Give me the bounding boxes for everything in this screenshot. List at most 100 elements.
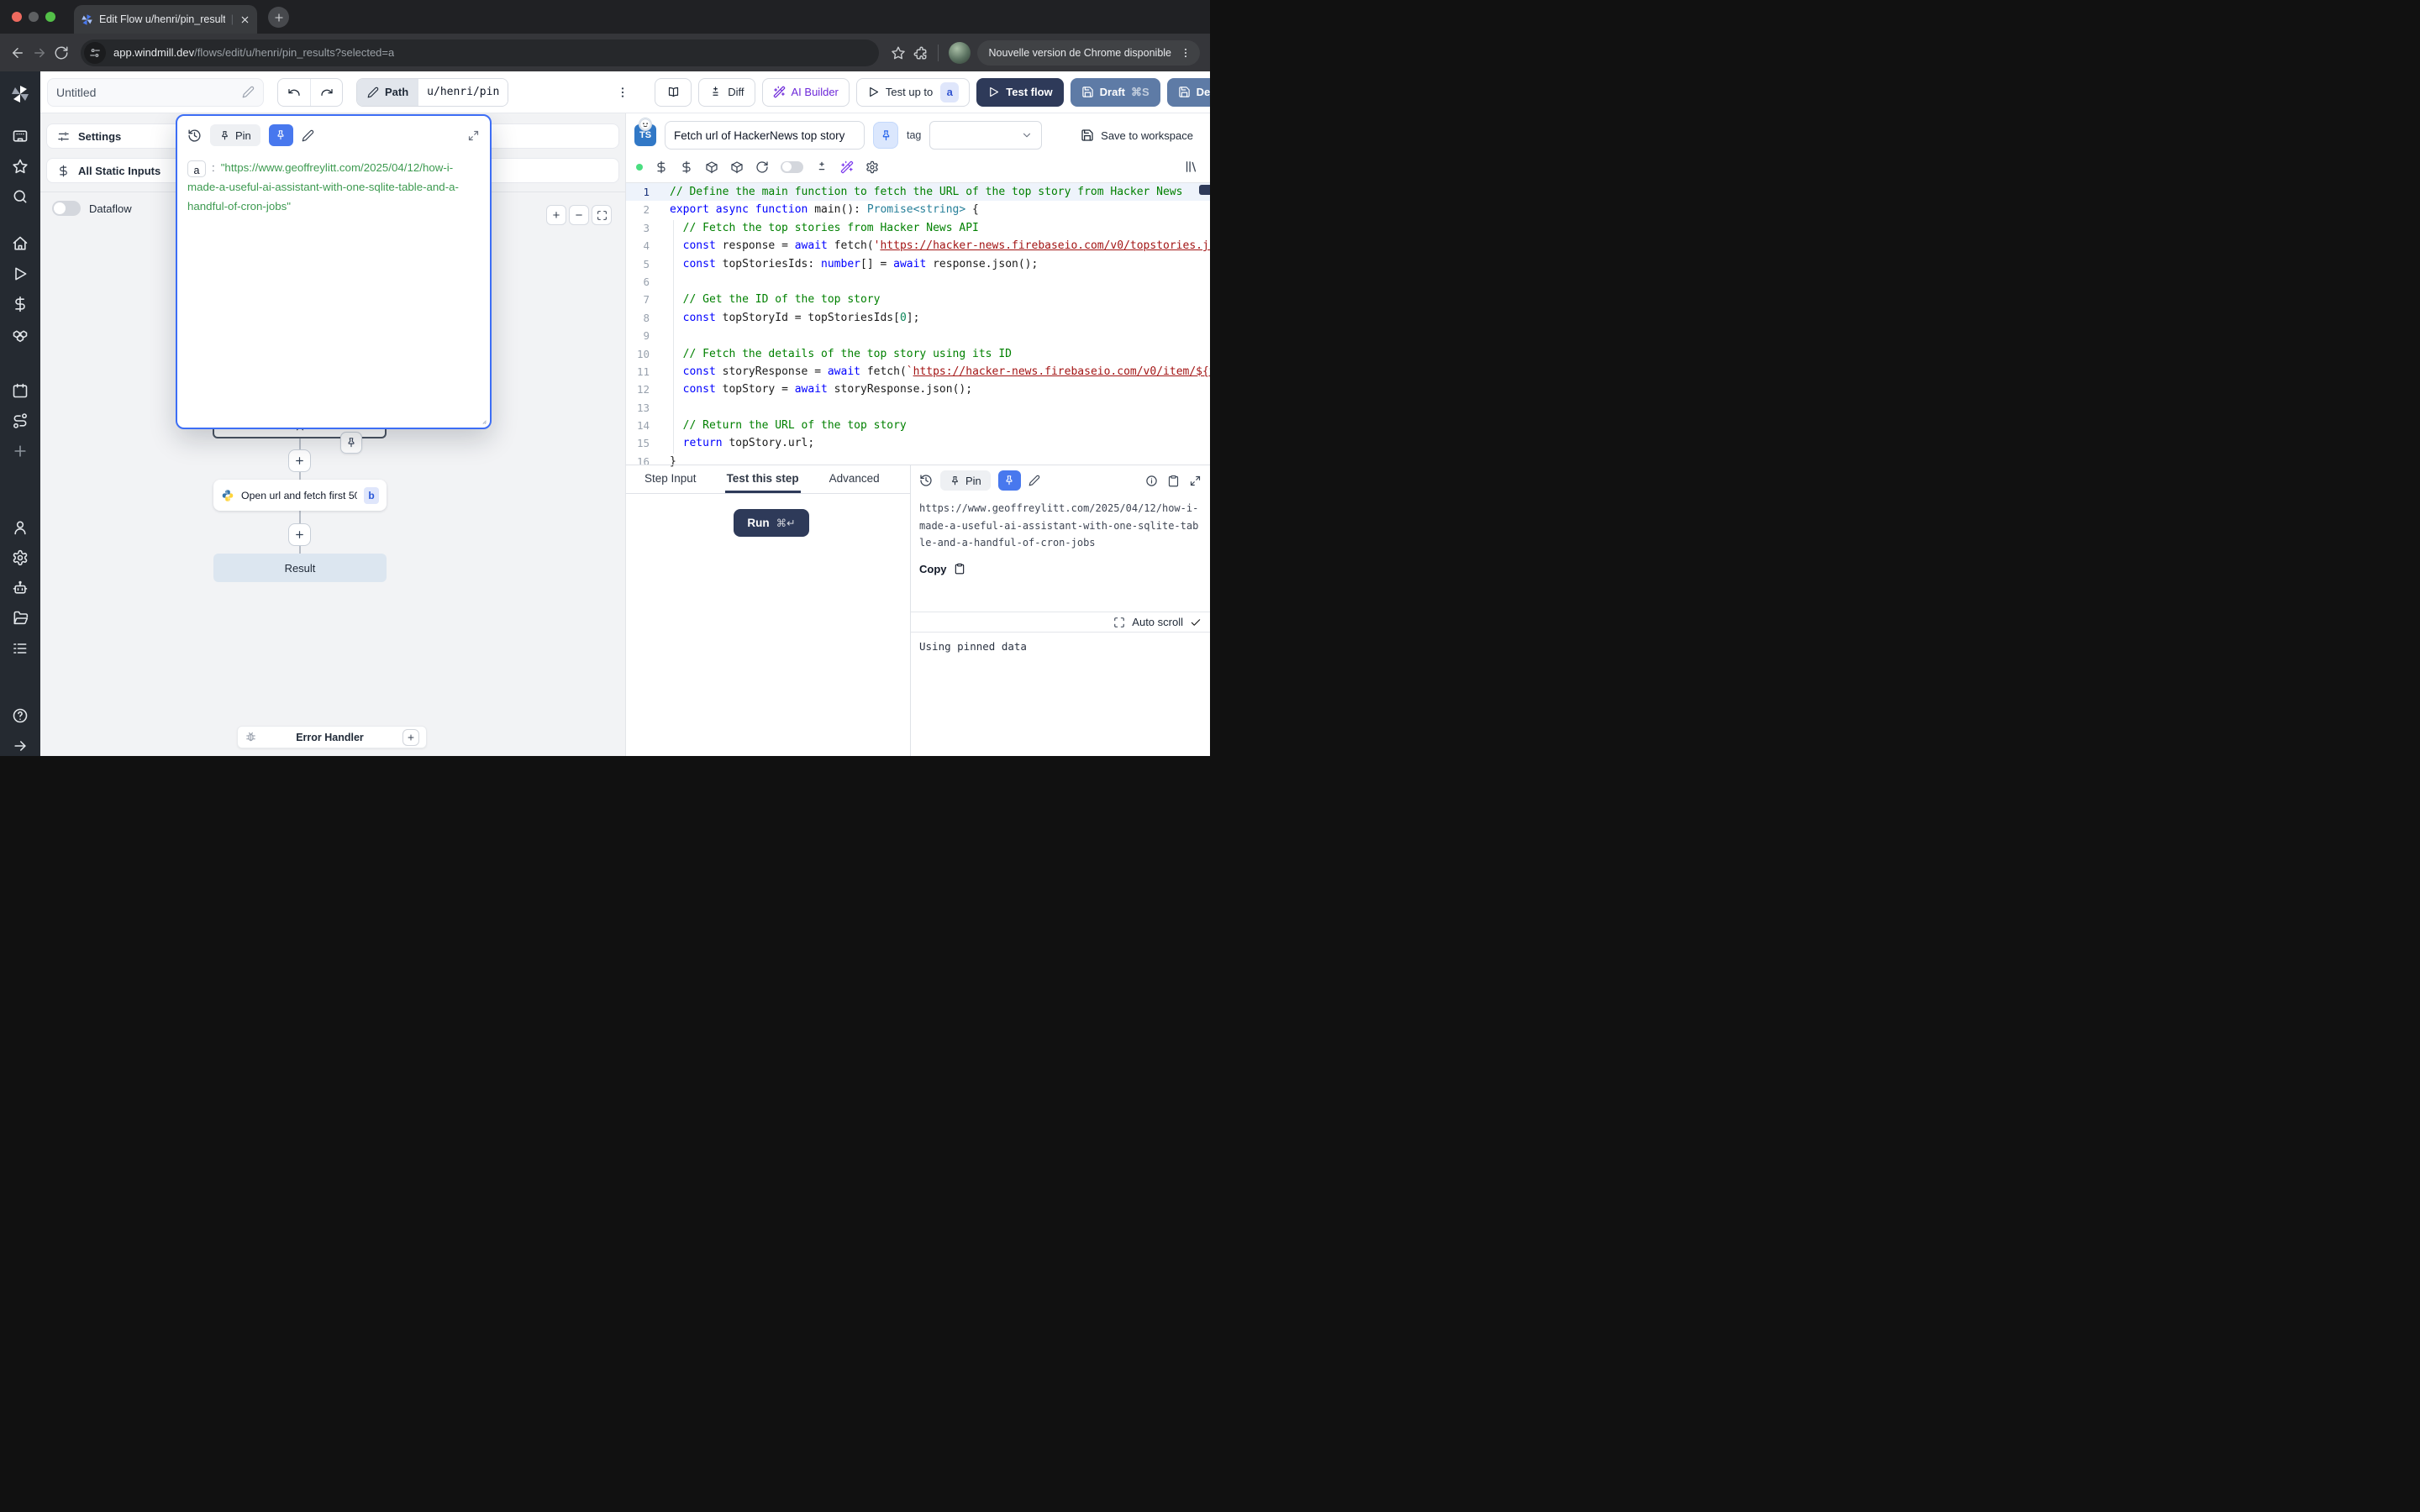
test-up-to-button[interactable]: Test up toa	[856, 78, 970, 107]
pin-active-button[interactable]	[269, 124, 293, 146]
scrollbar-decoration[interactable]	[1199, 185, 1210, 195]
folder-open-icon[interactable]	[12, 610, 29, 627]
error-handler-node[interactable]: Error Handler	[237, 726, 427, 748]
edit-pencil-icon[interactable]	[1028, 475, 1040, 486]
tab-step-input[interactable]: Step Input	[643, 465, 698, 493]
save-icon	[1081, 129, 1094, 142]
insert-step-button[interactable]	[288, 523, 311, 546]
expand-icon[interactable]	[1113, 617, 1125, 628]
result-node[interactable]: Result	[213, 554, 387, 582]
resize-handle-icon[interactable]	[479, 417, 487, 425]
refresh-cw-icon[interactable]	[755, 160, 769, 174]
pin-tab-button[interactable]: Pin	[210, 124, 260, 146]
fit-view-button[interactable]	[592, 205, 612, 225]
zoom-out-button[interactable]: −	[569, 205, 589, 225]
dollar-sign-icon[interactable]	[12, 296, 29, 312]
settings-icon[interactable]	[865, 160, 879, 174]
package-icon[interactable]	[730, 160, 744, 174]
app-window-icon[interactable]	[12, 128, 29, 144]
close-window-button[interactable]	[12, 12, 22, 22]
docs-button[interactable]	[655, 78, 692, 107]
flow-step-node-b[interactable]: Open url and fetch first 500 words of ..…	[213, 480, 387, 511]
zoom-window-button[interactable]	[45, 12, 55, 22]
tab-advanced[interactable]: Advanced	[828, 465, 881, 493]
pin-step-button[interactable]	[873, 122, 898, 149]
sidebar-group-top	[12, 121, 29, 212]
pin-tab-button[interactable]: Pin	[940, 470, 991, 491]
fullscreen-icon[interactable]	[1189, 475, 1202, 487]
package-icon[interactable]	[705, 160, 718, 174]
edit-pencil-icon[interactable]	[302, 129, 314, 142]
history-icon[interactable]	[187, 129, 202, 143]
browser-tab[interactable]: Edit Flow u/henri/pin_results |	[74, 5, 257, 34]
add-error-handler-button[interactable]	[402, 729, 419, 746]
route-icon[interactable]	[12, 412, 29, 429]
zoom-in-button[interactable]: +	[546, 205, 566, 225]
check-icon[interactable]	[1190, 617, 1202, 628]
play-icon	[867, 86, 880, 98]
test-flow-button[interactable]: Test flow	[976, 78, 1063, 107]
more-options-icon[interactable]	[616, 86, 629, 99]
settings-icon[interactable]	[12, 549, 29, 566]
tag-select[interactable]	[929, 121, 1042, 150]
new-tab-button[interactable]	[268, 7, 289, 28]
robot-icon[interactable]	[12, 580, 29, 596]
close-tab-icon[interactable]	[239, 14, 250, 25]
more-vertical-icon[interactable]	[1180, 47, 1192, 59]
edit-pencil-icon[interactable]	[242, 86, 255, 98]
pin-active-button[interactable]	[998, 470, 1021, 491]
run-button[interactable]: Run ⌘↵	[734, 509, 809, 537]
draft-button[interactable]: Draft⌘S	[1071, 78, 1160, 107]
plus-minus-icon[interactable]	[815, 160, 829, 174]
history-icon[interactable]	[919, 474, 933, 487]
step-summary-input[interactable]: Fetch url of HackerNews top story	[665, 121, 865, 150]
forward-icon[interactable]	[32, 45, 47, 60]
editor-toggle[interactable]	[781, 161, 803, 173]
expand-popup-icon[interactable]	[467, 129, 480, 142]
arrow-right-icon[interactable]	[12, 738, 29, 754]
extensions-puzzle-icon[interactable]	[913, 45, 928, 60]
list-icon[interactable]	[12, 640, 29, 657]
redo-button[interactable]	[310, 79, 342, 106]
copy-button[interactable]: Copy	[919, 563, 1202, 575]
code-line: 13	[626, 399, 1210, 417]
address-bar[interactable]: app.windmill.dev/flows/edit/u/henri/pin_…	[81, 39, 879, 66]
deploy-button[interactable]: Deploy	[1167, 78, 1210, 107]
boxes-icon[interactable]	[12, 326, 29, 343]
diff-button[interactable]: Diff	[698, 78, 755, 107]
pin-tab-label: Pin	[965, 475, 981, 487]
code-editor[interactable]: 1// Define the main function to fetch th…	[626, 183, 1210, 471]
info-icon[interactable]	[1145, 475, 1158, 487]
user-icon[interactable]	[12, 519, 29, 536]
insert-step-button[interactable]	[288, 449, 311, 472]
pin-icon	[219, 130, 230, 141]
dollar-sign-icon[interactable]	[655, 160, 668, 174]
search-icon[interactable]	[12, 188, 29, 205]
save-to-workspace-button[interactable]: Save to workspace	[1081, 129, 1193, 142]
calendar-icon[interactable]	[12, 382, 29, 399]
node-pin-badge[interactable]	[340, 432, 362, 454]
profile-avatar[interactable]	[949, 42, 971, 64]
windmill-logo-icon[interactable]	[10, 84, 30, 104]
bookmark-star-icon[interactable]	[891, 45, 906, 60]
ai-builder-button[interactable]: AI Builder	[762, 78, 850, 107]
tab-test-this-step[interactable]: Test this step	[725, 465, 801, 493]
star-icon[interactable]	[12, 158, 29, 175]
undo-button[interactable]	[278, 79, 310, 106]
chrome-update-button[interactable]: Nouvelle version de Chrome disponible	[977, 40, 1200, 66]
back-icon[interactable]	[10, 45, 25, 60]
plus-icon[interactable]	[12, 443, 29, 459]
minimize-window-button[interactable]	[29, 12, 39, 22]
path-button[interactable]: Path u/henri/pin	[356, 78, 508, 107]
dataflow-toggle[interactable]	[52, 201, 81, 216]
dollar-sign-icon[interactable]	[680, 160, 693, 174]
play-icon[interactable]	[12, 265, 29, 282]
site-settings-icon[interactable]	[84, 42, 106, 64]
wand-icon[interactable]	[840, 160, 854, 174]
flow-name-input[interactable]: Untitled	[47, 78, 264, 107]
help-circle-icon[interactable]	[12, 707, 29, 724]
clipboard-icon[interactable]	[1167, 475, 1180, 487]
home-icon[interactable]	[12, 235, 29, 252]
reload-icon[interactable]	[54, 45, 69, 60]
library-icon[interactable]	[1184, 160, 1198, 174]
